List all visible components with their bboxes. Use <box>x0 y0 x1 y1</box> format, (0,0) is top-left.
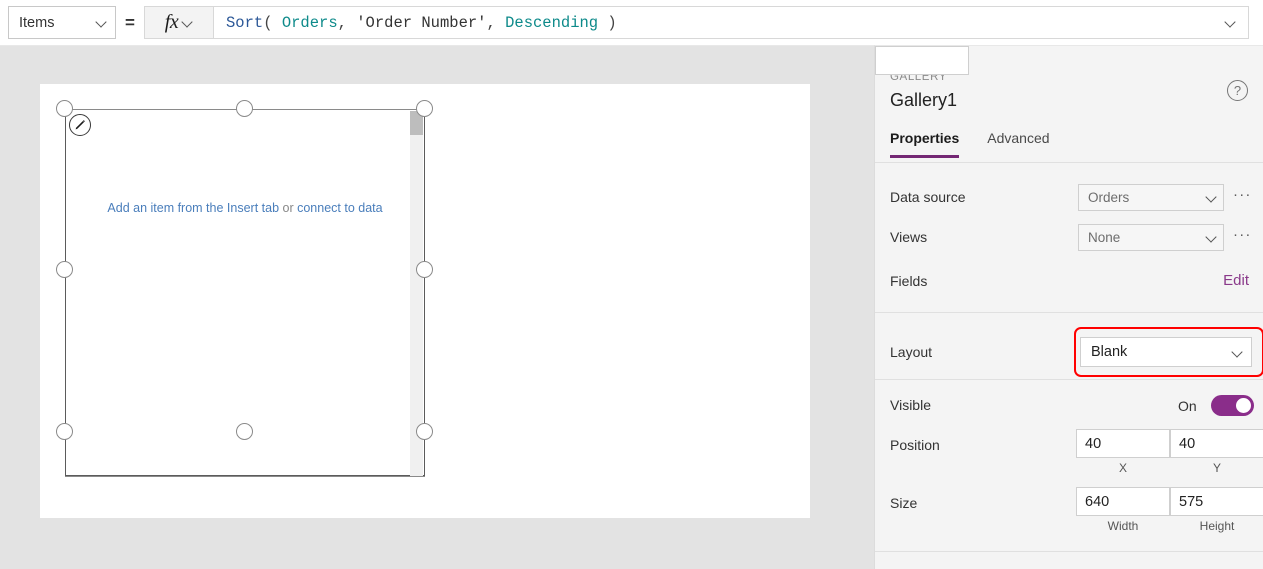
chevron-down-icon <box>1232 347 1243 358</box>
fx-button[interactable]: fx <box>144 6 214 39</box>
help-circle-icon[interactable]: ? <box>1227 80 1248 101</box>
visible-toggle[interactable] <box>1211 395 1254 416</box>
formula-token-punct: ) <box>598 13 617 32</box>
visible-state-label: On <box>1178 398 1197 414</box>
layout-label: Layout <box>890 344 933 360</box>
formula-bar: Items = fx Sort( Orders, 'Order Number',… <box>0 0 1263 45</box>
position-x-input[interactable]: 40 <box>1076 429 1170 458</box>
panel-control-name: Gallery1 <box>890 90 958 110</box>
formula-input[interactable]: Sort( Orders, 'Order Number', Descending… <box>214 6 1249 39</box>
layout-dropdown[interactable]: Blank <box>1080 337 1252 367</box>
properties-panel: GALLERY Gallery1 ? Properties Advanced D… <box>874 45 1263 569</box>
position-label: Position <box>890 437 940 453</box>
section-divider-3 <box>875 551 1263 552</box>
property-dropdown-value: Items <box>19 14 55 31</box>
next-section-input-partial[interactable] <box>875 46 969 75</box>
row-data-source: Data source Orders ··· <box>875 180 1263 214</box>
resize-handle-bottom-right[interactable] <box>416 423 433 440</box>
section-divider-2 <box>875 379 1263 380</box>
fields-label: Fields <box>890 273 928 289</box>
panel-tabs: Properties Advanced <box>890 130 1050 158</box>
data-source-more-button[interactable]: ··· <box>1233 186 1252 203</box>
size-width-sublabel: Width <box>1107 519 1139 533</box>
views-label: Views <box>890 229 928 245</box>
row-fields: Fields Edit <box>875 268 1263 294</box>
property-dropdown[interactable]: Items <box>8 6 116 39</box>
formula-token-source: Orders <box>281 13 338 32</box>
formula-text: Sort( Orders, 'Order Number', Descending… <box>226 14 1225 32</box>
selection-line-bottom <box>65 476 425 477</box>
formula-token-punct: , <box>486 13 506 32</box>
equals-sign: = <box>125 12 135 32</box>
insert-tab-link[interactable]: Add an item from the Insert tab <box>107 201 279 215</box>
data-source-label: Data source <box>890 189 966 205</box>
size-label: Size <box>890 495 918 511</box>
formula-token-punct: ( <box>263 13 282 32</box>
position-x-sublabel: X <box>1118 461 1127 475</box>
gallery-control[interactable]: Add an item from the Insert tab or conne… <box>65 109 425 476</box>
row-layout: Layout Blank <box>875 328 1263 374</box>
formula-token-function: Sort <box>226 13 264 32</box>
views-dropdown[interactable]: None <box>1078 223 1224 251</box>
chevron-down-icon <box>1206 192 1217 203</box>
tabs-divider <box>875 162 1263 163</box>
position-y-sublabel: Y <box>1212 461 1221 475</box>
resize-handle-middle-left[interactable] <box>56 261 73 278</box>
row-visible: Visible On <box>875 392 1263 420</box>
section-divider-1 <box>875 312 1263 313</box>
views-value: None <box>1088 229 1121 245</box>
data-source-dropdown[interactable]: Orders <box>1078 183 1224 211</box>
connect-to-data-link[interactable]: connect to data <box>297 201 382 215</box>
resize-handle-bottom-center[interactable] <box>236 423 253 440</box>
gallery-placeholder-text: Add an item from the Insert tab or conne… <box>66 201 424 215</box>
formula-token-enum: Descending <box>505 13 599 32</box>
row-size: Size 640 575 Width Height <box>875 487 1263 537</box>
pencil-icon[interactable] <box>69 114 91 136</box>
size-height-input[interactable]: 575 <box>1170 487 1263 516</box>
position-y-input[interactable]: 40 <box>1170 429 1263 458</box>
views-more-button[interactable]: ··· <box>1233 226 1252 243</box>
resize-handle-bottom-left[interactable] <box>56 423 73 440</box>
data-source-value: Orders <box>1088 189 1130 205</box>
resize-handle-top-right[interactable] <box>416 100 433 117</box>
tab-advanced[interactable]: Advanced <box>987 130 1049 158</box>
toggle-knob <box>1236 398 1251 413</box>
size-height-sublabel: Height <box>1199 519 1235 533</box>
chevron-down-icon <box>182 17 193 28</box>
size-width-input[interactable]: 640 <box>1076 487 1170 516</box>
formula-expand-chevron-down-icon[interactable] <box>1225 17 1236 28</box>
gallery-scrollbar[interactable] <box>410 111 423 476</box>
chevron-down-icon <box>96 17 107 28</box>
layout-value: Blank <box>1091 344 1128 360</box>
fields-edit-link[interactable]: Edit <box>1223 272 1249 289</box>
resize-handle-top-center[interactable] <box>236 100 253 117</box>
fx-label: fx <box>164 11 179 33</box>
formula-token-string: 'Order Number' <box>356 13 487 32</box>
canvas-workspace[interactable]: Add an item from the Insert tab or conne… <box>0 45 874 569</box>
resize-handle-middle-right[interactable] <box>416 261 433 278</box>
formula-token-punct: , <box>337 13 357 32</box>
visible-label: Visible <box>890 397 931 413</box>
placeholder-separator: or <box>279 201 298 215</box>
row-position: Position 40 40 X Y <box>875 429 1263 479</box>
tab-properties[interactable]: Properties <box>890 130 960 158</box>
resize-handle-top-left[interactable] <box>56 100 73 117</box>
chevron-down-icon <box>1206 232 1217 243</box>
row-views: Views None ··· <box>875 220 1263 254</box>
